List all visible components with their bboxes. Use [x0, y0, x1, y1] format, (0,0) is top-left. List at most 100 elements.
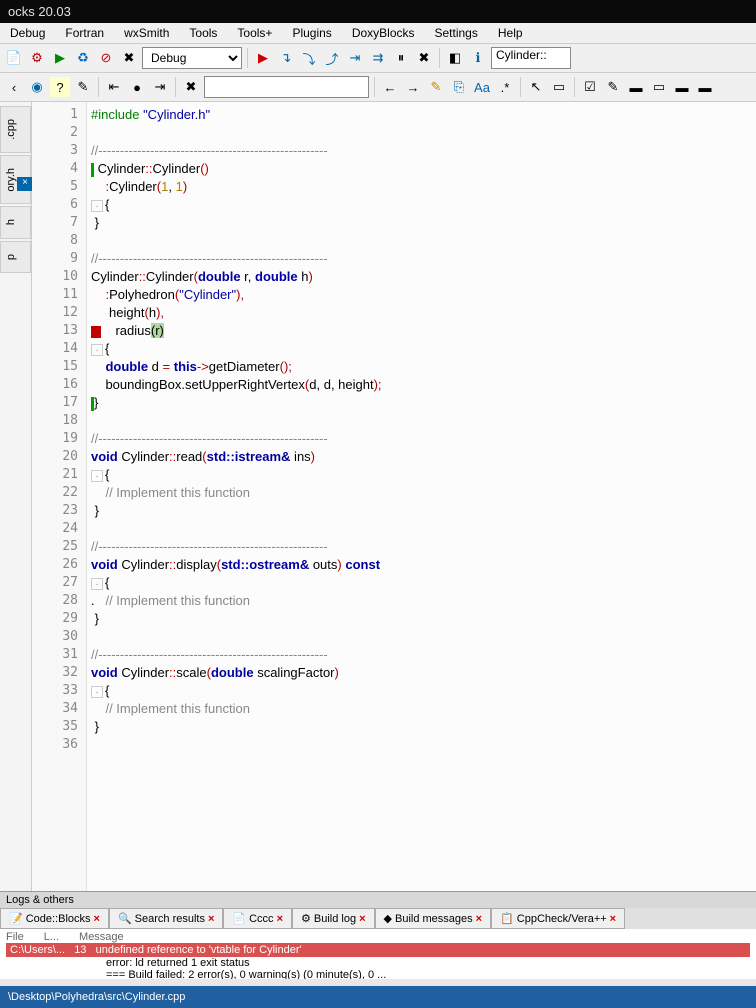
close-icon[interactable]: × [208, 913, 214, 925]
code-line[interactable] [91, 520, 756, 538]
error-row[interactable]: C:\Users\... 13 undefined reference to '… [6, 943, 750, 957]
gear-icon[interactable]: ⚙ [27, 48, 47, 68]
file-tab[interactable]: p [0, 241, 31, 273]
code-line[interactable]: . // Implement this function [91, 592, 756, 610]
new-file-icon[interactable]: 📄 [4, 48, 24, 68]
case-icon[interactable]: Aa [472, 77, 492, 97]
log-tab-cppcheck-vera-[interactable]: 📋CppCheck/Vera++ × [491, 908, 625, 929]
code-line[interactable]: #include "Cylinder.h" [91, 106, 756, 124]
step-over-icon[interactable]: ⤵ [299, 48, 319, 68]
next-line-icon[interactable]: ⇥ [345, 48, 365, 68]
file-tab[interactable]: .cpp [0, 106, 31, 153]
step-out-icon[interactable]: ⤴ [322, 48, 342, 68]
code-line[interactable]: //--------------------------------------… [91, 646, 756, 664]
info-icon[interactable]: ℹ [468, 48, 488, 68]
menu-doxyblocks[interactable]: DoxyBlocks [342, 22, 425, 44]
menu-wxsmith[interactable]: wxSmith [114, 22, 179, 44]
close-icon[interactable]: × [359, 913, 365, 925]
code-line[interactable]: } [91, 502, 756, 520]
wand-icon[interactable]: ✎ [73, 77, 93, 97]
play-icon[interactable]: ▶ [50, 48, 70, 68]
code-line[interactable] [91, 412, 756, 430]
code-line[interactable]: -{ [91, 682, 756, 700]
code-line[interactable] [91, 628, 756, 646]
code-area[interactable]: #include "Cylinder.h" //-----------------… [87, 102, 756, 960]
close-icon[interactable]: × [277, 913, 283, 925]
panel3-icon[interactable]: ▬ [672, 77, 692, 97]
cursor-icon[interactable]: ↖ [526, 77, 546, 97]
code-line[interactable]: -{ [91, 574, 756, 592]
code-line[interactable]: } [91, 610, 756, 628]
code-line[interactable]: //--------------------------------------… [91, 250, 756, 268]
regex-icon[interactable]: .* [495, 77, 515, 97]
record-icon[interactable]: ● [127, 77, 147, 97]
code-line[interactable]: Cylinder::Cylinder() [91, 160, 756, 178]
code-line[interactable]: void Cylinder::display(std::ostream& out… [91, 556, 756, 574]
arrow-left-icon[interactable]: ← [380, 77, 400, 97]
edit-icon[interactable]: ✎ [603, 77, 623, 97]
log-tab-build-log[interactable]: ⚙Build log × [292, 908, 375, 929]
log-tab-code-blocks[interactable]: 📝Code::Blocks × [0, 908, 109, 929]
menu-tools+[interactable]: Tools+ [227, 22, 282, 44]
menu-help[interactable]: Help [488, 22, 533, 44]
log-tab-build-messages[interactable]: ◆Build messages × [375, 908, 492, 929]
check-icon[interactable]: ☑ [580, 77, 600, 97]
menu-debug[interactable]: Debug [0, 22, 55, 44]
debug-run-icon[interactable]: ▶ [253, 48, 273, 68]
log-tab-cccc[interactable]: 📄Cccc × [223, 908, 292, 929]
code-line[interactable]: double d = this->getDiameter(); [91, 358, 756, 376]
stop-debug-icon[interactable]: ✖ [414, 48, 434, 68]
less-than-icon[interactable]: ‹ [4, 77, 24, 97]
code-line[interactable] [91, 736, 756, 754]
code-line[interactable]: //--------------------------------------… [91, 430, 756, 448]
close-icon[interactable]: ✖ [119, 48, 139, 68]
code-line[interactable]: :Cylinder(1, 1) [91, 178, 756, 196]
panel1-icon[interactable]: ▬ [626, 77, 646, 97]
code-line[interactable]: void Cylinder::read(std::istream& ins) [91, 448, 756, 466]
highlight-icon[interactable]: ✎ [426, 77, 446, 97]
code-line[interactable]: :Polyhedron("Cylinder"), [91, 286, 756, 304]
rect-icon[interactable]: ▭ [549, 77, 569, 97]
step-into-icon[interactable]: ↴ [276, 48, 296, 68]
code-line[interactable] [91, 124, 756, 142]
close-icon[interactable]: × [94, 913, 100, 925]
scope-label[interactable]: Cylinder:: [491, 47, 571, 69]
abort-icon[interactable]: ⊘ [96, 48, 116, 68]
help-icon[interactable]: ? [50, 77, 70, 97]
pause-icon[interactable]: ⏸ [391, 48, 411, 68]
continue-icon[interactable]: ⇉ [368, 48, 388, 68]
editor[interactable]: 1234567891011121314151617181920212223242… [32, 102, 756, 960]
code-line[interactable]: //--------------------------------------… [91, 538, 756, 556]
rebuild-icon[interactable]: ♻ [73, 48, 93, 68]
target-icon[interactable]: ◉ [27, 77, 47, 97]
window-icon[interactable]: ◧ [445, 48, 465, 68]
code-line[interactable]: // Implement this function [91, 484, 756, 502]
code-line[interactable]: boundingBox.setUpperRightVertex(d, d, he… [91, 376, 756, 394]
close-icon[interactable]: × [476, 913, 482, 925]
code-line[interactable]: -{ [91, 466, 756, 484]
nav-fwd-icon[interactable]: ⇥ [150, 77, 170, 97]
code-line[interactable] [91, 232, 756, 250]
code-line[interactable]: void Cylinder::scale(double scalingFacto… [91, 664, 756, 682]
search-input[interactable] [204, 76, 369, 98]
menu-tools[interactable]: Tools [179, 22, 227, 44]
close-icon[interactable]: × [17, 177, 33, 191]
code-line[interactable]: } [91, 394, 756, 412]
panel4-icon[interactable]: ▬ [695, 77, 715, 97]
arrow-right-icon[interactable]: → [403, 77, 423, 97]
copy-icon[interactable]: ⎘ [449, 77, 469, 97]
menu-fortran[interactable]: Fortran [55, 22, 114, 44]
code-line[interactable]: } [91, 214, 756, 232]
close-tab-icon[interactable]: ✖ [181, 77, 201, 97]
close-icon[interactable]: × [610, 913, 616, 925]
code-line[interactable]: radius(r) [91, 322, 756, 340]
nav-back-icon[interactable]: ⇤ [104, 77, 124, 97]
file-tab[interactable]: ory.h× [0, 155, 31, 205]
code-line[interactable]: } [91, 718, 756, 736]
panel2-icon[interactable]: ▭ [649, 77, 669, 97]
code-line[interactable]: -{ [91, 340, 756, 358]
code-line[interactable]: Cylinder::Cylinder(double r, double h) [91, 268, 756, 286]
code-line[interactable]: height(h), [91, 304, 756, 322]
build-target-select[interactable]: Debug [142, 47, 242, 69]
code-line[interactable]: -{ [91, 196, 756, 214]
